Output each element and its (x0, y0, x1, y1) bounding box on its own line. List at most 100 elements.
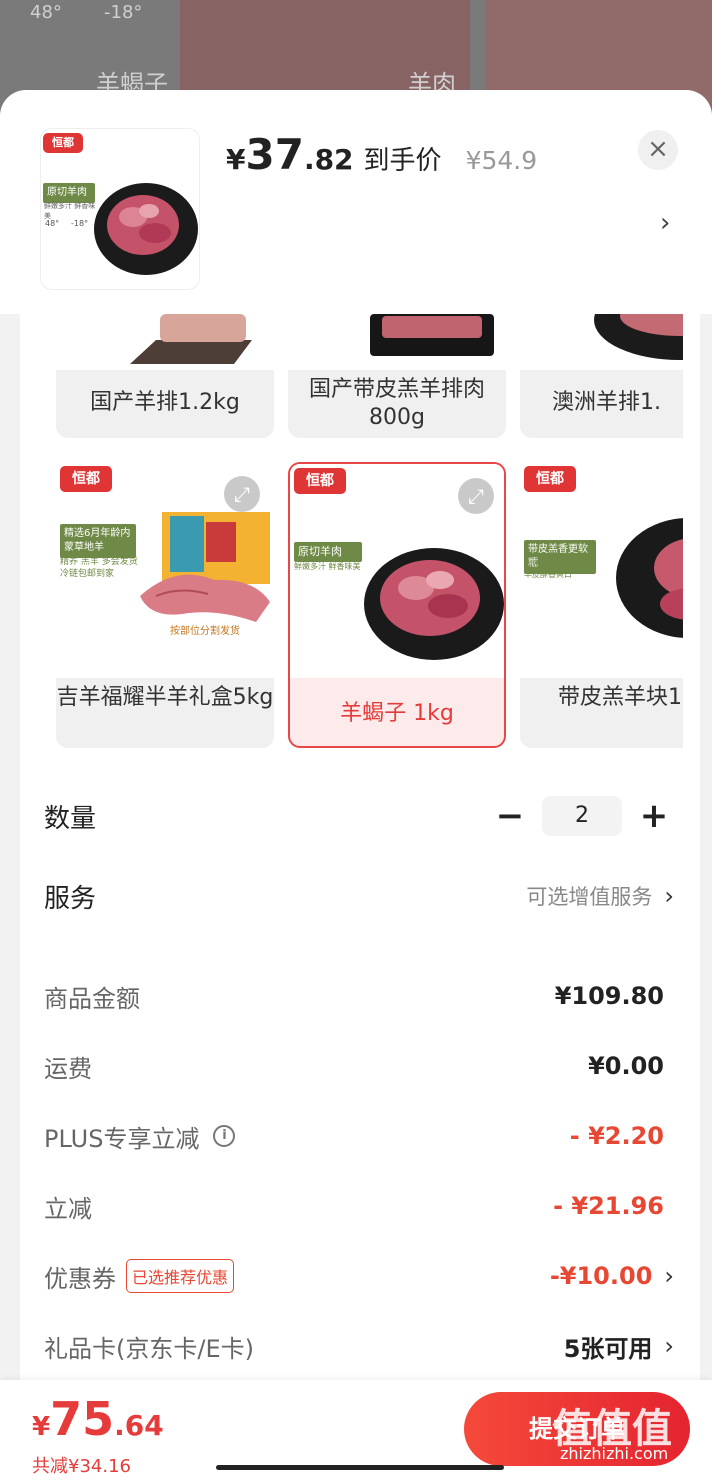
total-saved: 共减¥34.16 (32, 1456, 131, 1477)
product-options-card: 国产羊排1.2kg 国产带皮羔羊排肉800g 澳洲羊排1. 恒都 ⤢ 精选6月年… (20, 314, 700, 1004)
summary-value: ¥0.00 (588, 1052, 664, 1080)
summary-label: 商品金额 (44, 984, 140, 1013)
variant-label: 羊蝎子 1kg (340, 701, 454, 726)
variant-option[interactable]: 澳洲羊排1. (520, 314, 683, 438)
summary-value-group: -¥10.00 › (550, 1262, 674, 1290)
summary-row: PLUS专享立减 i - ¥2.20 (44, 1111, 674, 1161)
variant-option-selected[interactable]: 恒都 ⤢ 原切羊肉 鲜嫩多汁 鲜香味美 羊蝎子 1kg (288, 462, 506, 748)
watermark-url: zhizhizhi.com (560, 1444, 669, 1463)
summary-label-text: 优惠券 (44, 1264, 116, 1293)
variant-image: 恒都 带皮羔香更软糯 优质羔羊 肥瘦相间 羊皮酥香爽口 (520, 462, 683, 678)
summary-value: - ¥21.96 (553, 1192, 664, 1220)
price-integer: 37 (245, 130, 304, 179)
variant-label: 澳洲羊排1. (552, 390, 661, 415)
summary-label: 运费 (44, 1054, 92, 1083)
chevron-right-icon[interactable]: › (660, 208, 670, 238)
temp-label: -18° (71, 219, 89, 228)
plus-icon[interactable]: + (634, 798, 674, 834)
product-tag-sub: 鲜嫩多汁 鲜香味美 (294, 562, 361, 571)
brand-logo: 恒都 (60, 466, 112, 492)
checkout-bar: ¥ 75 .64 共减¥34.16 提交订单 值值值 zhizhizhi.com (0, 1380, 712, 1480)
brand-logo: 恒都 (294, 468, 346, 494)
close-icon[interactable]: × (638, 130, 678, 170)
gift-box-image (140, 512, 270, 622)
variant-label: 吉羊福耀半羊礼盒5kg (56, 685, 274, 710)
summary-value: 5张可用 (563, 1334, 653, 1363)
summary-label: 礼品卡(京东卡/E卡) (44, 1334, 254, 1363)
variant-image (520, 314, 683, 370)
variant-option[interactable]: 国产羊排1.2kg (56, 314, 274, 438)
summary-label: 立减 (44, 1194, 92, 1223)
home-indicator (216, 1465, 504, 1470)
total-price: ¥ 75 .64 (32, 1392, 164, 1446)
variant-label: 带皮羔羊块1kg (558, 685, 683, 710)
service-row[interactable]: 服务 可选增值服务 › (44, 868, 674, 924)
original-price: ¥54.9 (465, 146, 538, 175)
quantity-row: 数量 − 2 + (44, 788, 674, 844)
price-line: ¥ 37 .82 到手价 ¥54.9 (226, 130, 537, 179)
product-tag: 精选6月年龄内蒙草地羊 (60, 524, 136, 558)
summary-label: PLUS专享立减 i (44, 1119, 236, 1154)
variant-label: 国产带皮羔羊排肉800g (308, 377, 485, 430)
variant-option[interactable]: 恒都 带皮羔香更软糯 优质羔羊 肥瘦相间 羊皮酥香爽口 带皮羔羊块1kg (520, 462, 683, 748)
expand-icon[interactable]: ⤢ (458, 478, 494, 514)
product-tag: 原切羊肉 (43, 183, 95, 203)
price-decimal: .82 (303, 143, 354, 176)
quantity-stepper: − 2 + (490, 796, 674, 836)
total-decimal: .64 (114, 1409, 164, 1442)
summary-row: 运费 ¥0.00 (44, 1041, 674, 1091)
product-tag-sub: 优质羔羊 肥瘦相间 羊皮酥香爽口 (524, 560, 591, 579)
variant-option[interactable]: 国产带皮羔羊排肉800g (288, 314, 506, 438)
currency-symbol: ¥ (32, 1412, 51, 1442)
chevron-right-icon: › (664, 1332, 674, 1360)
variant-image: 恒都 ⤢ 原切羊肉 鲜嫩多汁 鲜香味美 (290, 464, 504, 678)
lamb-rib-image (594, 314, 683, 360)
quantity-input[interactable]: 2 (542, 796, 622, 836)
sheet-header: 恒都 原切羊肉 鲜嫩多汁 鲜香味美 48° -18° ¥ 37 .82 到手价 … (0, 90, 712, 314)
service-label: 服务 (44, 883, 97, 914)
summary-value-group: 5张可用 › (564, 1329, 674, 1364)
product-tag-sub: 鲜嫩多汁 鲜香味美 (44, 202, 96, 220)
lamb-meat-image (94, 183, 198, 275)
product-tag: 原切羊肉 (294, 542, 362, 562)
variant-image (56, 314, 274, 370)
lamb-rib-image (130, 314, 252, 364)
lamb-chunk-image (616, 518, 683, 638)
lamb-rib-image (370, 314, 494, 356)
service-value: 可选增值服务 › (526, 881, 674, 911)
chevron-right-icon: › (664, 882, 674, 910)
currency-symbol: ¥ (226, 143, 246, 176)
lamb-spine-image (364, 548, 504, 660)
brand-logo: 恒都 (524, 466, 576, 492)
variant-image: 恒都 ⤢ 精选6月年龄内蒙草地羊 精养 羔羊 多会发货 冷链包邮到家 按部位分割… (56, 462, 274, 678)
background-badge-temp: 48° (30, 2, 62, 23)
variant-option[interactable]: 恒都 ⤢ 精选6月年龄内蒙草地羊 精养 羔羊 多会发货 冷链包邮到家 按部位分割… (56, 462, 274, 748)
coupon-row[interactable]: 优惠券 已选推荐优惠 -¥10.00 › (44, 1251, 674, 1301)
sku-selector-sheet: 恒都 原切羊肉 鲜嫩多汁 鲜香味美 48° -18° ¥ 37 .82 到手价 … (0, 90, 712, 1480)
summary-row: 立减 - ¥21.96 (44, 1181, 674, 1231)
coupon-badge: 已选推荐优惠 (126, 1259, 235, 1293)
variant-label: 国产羊排1.2kg (90, 390, 240, 415)
summary-label-text: PLUS专享立减 (44, 1124, 200, 1153)
info-icon[interactable]: i (213, 1125, 236, 1147)
quantity-label: 数量 (44, 803, 97, 834)
variant-grid: 国产羊排1.2kg 国产带皮羔羊排肉800g 澳洲羊排1. 恒都 ⤢ 精选6月年… (20, 314, 683, 774)
service-value-text: 可选增值服务 (526, 885, 653, 909)
summary-value: -¥10.00 (549, 1262, 653, 1290)
order-summary-card: 商品金额 ¥109.80 运费 ¥0.00 PLUS专享立减 i - ¥2.20… (20, 947, 700, 1427)
minus-icon[interactable]: − (490, 798, 530, 834)
gift-box-caption: 按部位分割发货 (170, 626, 240, 637)
temp-label: 48° (45, 219, 60, 228)
summary-value: ¥109.80 (554, 982, 664, 1010)
summary-row: 商品金额 ¥109.80 (44, 971, 674, 1021)
total-integer: 75 (50, 1392, 115, 1446)
product-tag-sub: 精养 羔羊 多会发货 冷链包邮到家 (60, 557, 138, 579)
brand-logo: 恒都 (43, 133, 83, 153)
summary-value: - ¥2.20 (569, 1122, 664, 1150)
gift-card-row[interactable]: 礼品卡(京东卡/E卡) 5张可用 › (44, 1321, 674, 1371)
summary-label: 优惠券 已选推荐优惠 (44, 1259, 235, 1294)
selected-product-thumbnail[interactable]: 恒都 原切羊肉 鲜嫩多汁 鲜香味美 48° -18° (40, 128, 200, 290)
chevron-right-icon: › (664, 1262, 674, 1290)
background-badge-temp: -18° (104, 2, 143, 23)
final-price-label: 到手价 (363, 146, 442, 176)
